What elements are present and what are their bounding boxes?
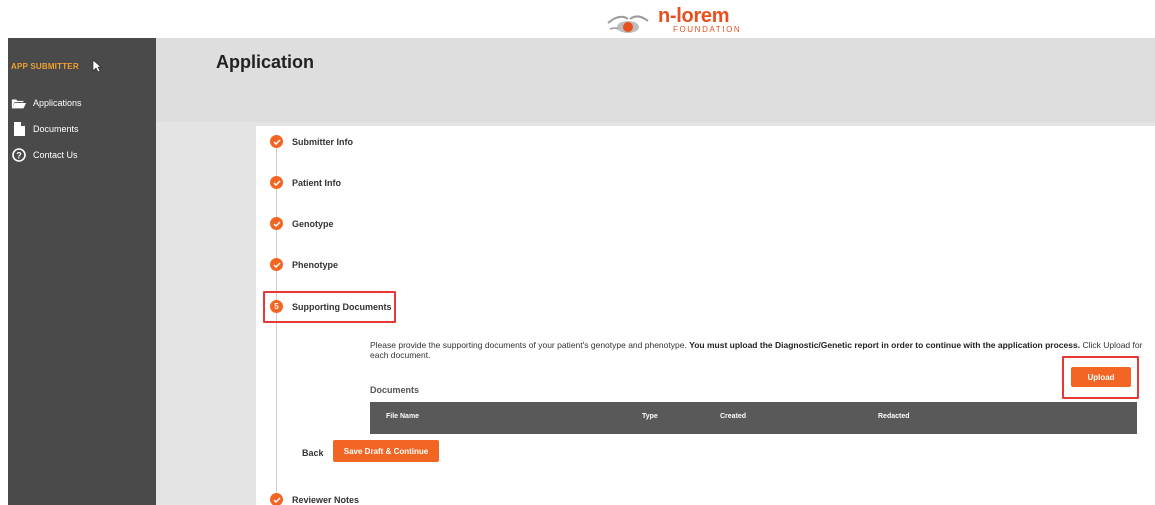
sidebar-item-documents[interactable]: Documents [11,122,79,136]
sidebar-role-label: APP SUBMITTER [11,62,79,71]
instructions-text: Please provide the supporting documents … [370,340,690,350]
main-content: Submitter Info Patient Info Genotype Phe… [156,122,1155,505]
documents-table-header: File Name Type Created Redacted [370,402,1137,434]
column-type[interactable]: Type [642,413,658,420]
step-genotype[interactable]: Genotype [270,217,334,230]
check-icon [270,217,283,230]
logo-eye-icon [607,15,649,33]
mouse-cursor-icon [92,59,102,73]
step-supporting-documents[interactable]: 5 Supporting Documents [270,300,392,313]
sidebar-item-applications[interactable]: Applications [11,96,82,110]
step-label: Submitter Info [292,136,353,147]
check-icon [270,493,283,505]
brand-logo: n-lorem FOUNDATION [606,6,766,36]
step-reviewer-notes[interactable]: Reviewer Notes [270,493,359,505]
save-draft-continue-button[interactable]: Save Draft & Continue [333,440,439,462]
step-phenotype[interactable]: Phenotype [270,258,338,271]
step-number-badge: 5 [270,300,283,313]
column-file-name[interactable]: File Name [386,413,419,420]
supporting-docs-instructions: Please provide the supporting documents … [370,340,1150,360]
column-redacted[interactable]: Redacted [878,413,910,420]
application-stepper: Submitter Info Patient Info Genotype Phe… [256,126,1155,505]
step-label: Patient Info [292,177,341,188]
sidebar-item-label: Documents [33,124,79,134]
column-created[interactable]: Created [720,413,746,420]
page-title: Application [216,52,314,72]
brand-subtitle: FOUNDATION [673,25,742,34]
sidebar-item-label: Contact Us [33,150,78,160]
stepper-line [276,146,277,505]
step-patient-info[interactable]: Patient Info [270,176,341,189]
brand-name: n-lorem [658,5,730,27]
check-icon [270,258,283,271]
page-header: Application [156,38,1155,122]
step-label: Reviewer Notes [292,494,360,505]
sidebar: APP SUBMITTER Applications Documents ? C… [8,38,156,505]
step-submitter-info[interactable]: Submitter Info [270,135,353,148]
sidebar-item-label: Applications [33,98,82,108]
step-label: Supporting Documents [292,301,392,312]
check-icon [270,135,283,148]
sidebar-item-contact[interactable]: ? Contact Us [11,148,78,162]
step-label: Genotype [292,218,334,229]
upload-button[interactable]: Upload [1071,367,1131,387]
back-button[interactable]: Back [302,448,324,458]
check-icon [270,176,283,189]
instructions-required-text: You must upload the Diagnostic/Genetic r… [689,340,1081,350]
svg-text:?: ? [16,151,22,161]
document-icon [11,122,27,136]
step-label: Phenotype [292,259,339,270]
documents-section-title: Documents [370,385,420,395]
question-circle-icon: ? [11,148,27,162]
folder-open-icon [11,96,27,110]
